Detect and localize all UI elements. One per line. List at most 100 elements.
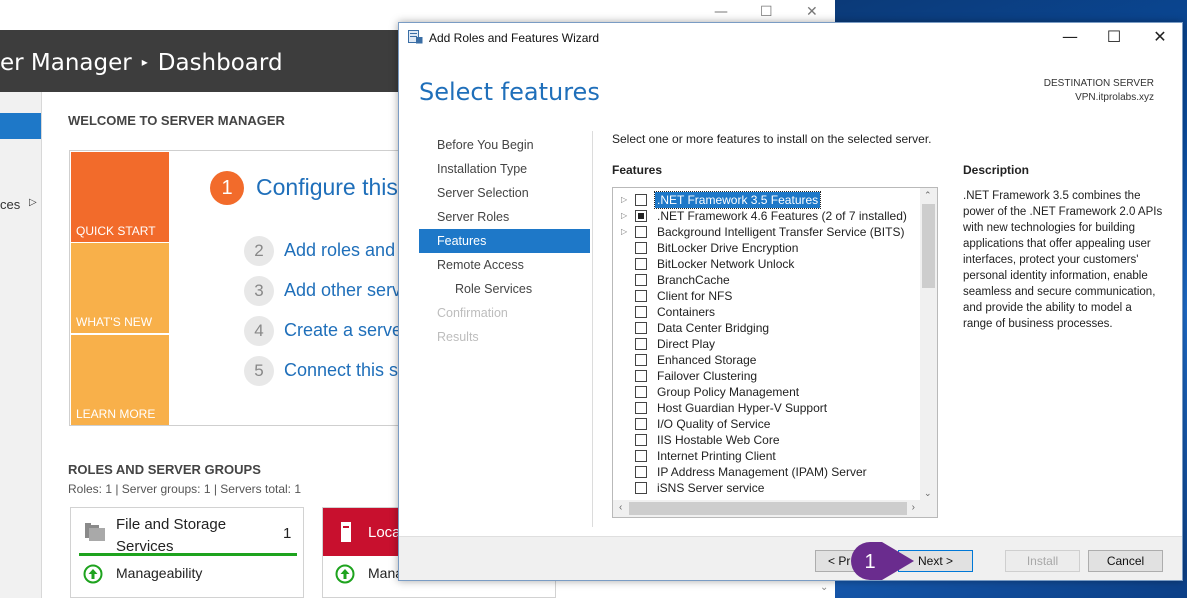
sidebar-item-services[interactable]: ces — [0, 197, 20, 212]
feature-row[interactable]: I/O Quality of Service — [613, 416, 921, 432]
feature-row[interactable]: Client for NFS — [613, 288, 921, 304]
feature-checkbox[interactable] — [635, 242, 647, 254]
feature-row[interactable]: ▷ .NET Framework 4.6 Features (2 of 7 ins… — [613, 208, 921, 224]
feature-checkbox[interactable] — [635, 306, 647, 318]
feature-label: Direct Play — [657, 337, 716, 351]
step-configure-link[interactable]: Configure this — [256, 174, 398, 201]
tile-learn-more[interactable]: LEARN MORE — [71, 335, 169, 425]
feature-checkbox[interactable] — [635, 290, 647, 302]
feature-row[interactable]: Containers — [613, 304, 921, 320]
scroll-left-icon[interactable]: ‹ — [619, 502, 622, 513]
feature-checkbox[interactable] — [635, 402, 647, 414]
step-features[interactable]: Features — [419, 229, 590, 253]
card-file-storage-count: 1 — [283, 525, 292, 542]
vertical-scrollbar[interactable]: ⌃ ⌄ — [920, 188, 937, 501]
close-button[interactable]: ✕ — [806, 4, 818, 20]
feature-label: Group Policy Management — [657, 385, 800, 399]
feature-row[interactable]: Group Policy Management — [613, 384, 921, 400]
sidebar-item-dashboard[interactable] — [0, 113, 41, 139]
feature-row[interactable]: Host Guardian Hyper-V Support — [613, 400, 921, 416]
feature-label: Enhanced Storage — [657, 353, 757, 367]
maximize-button[interactable]: ☐ — [760, 4, 773, 20]
step-number-3: 3 — [244, 276, 274, 306]
feature-label: BitLocker Network Unlock — [657, 257, 795, 271]
feature-row[interactable]: ▷ .NET Framework 3.5 Features — [613, 191, 921, 209]
up-arrow-status-icon — [335, 564, 355, 584]
feature-label: .NET Framework 3.5 Features — [653, 191, 822, 209]
feature-label: Background Intelligent Transfer Service … — [657, 225, 905, 239]
chevron-right-icon[interactable]: ▷ — [29, 197, 37, 208]
feature-label: Data Center Bridging — [657, 321, 770, 335]
scroll-up-icon[interactable]: ⌃ — [924, 190, 932, 201]
scroll-down-icon[interactable]: ⌄ — [924, 488, 932, 499]
feature-checkbox[interactable] — [635, 434, 647, 446]
feature-checkbox[interactable] — [635, 370, 647, 382]
scroll-down-icon[interactable]: ⌄ — [820, 582, 828, 593]
feature-label: .NET Framework 4.6 Features (2 of 7 inst… — [657, 209, 907, 223]
feature-row[interactable]: IP Address Management (IPAM) Server — [613, 464, 921, 480]
feature-checkbox[interactable] — [635, 226, 647, 238]
feature-label: Host Guardian Hyper-V Support — [657, 401, 828, 415]
feature-checkbox[interactable] — [635, 210, 647, 222]
feature-checkbox[interactable] — [635, 482, 647, 494]
step-create-group-link[interactable]: Create a serve — [284, 320, 402, 341]
feature-checkbox[interactable] — [635, 338, 647, 350]
features-tree[interactable]: ▷ .NET Framework 3.5 Features ▷ .NET Framew… — [612, 187, 938, 518]
step-installation-type[interactable]: Installation Type — [419, 157, 590, 181]
maximize-button[interactable]: ☐ — [1091, 26, 1137, 48]
step-before-you-begin[interactable]: Before You Begin — [419, 133, 590, 157]
close-button[interactable]: ✕ — [1137, 26, 1183, 48]
feature-checkbox[interactable] — [635, 194, 647, 206]
expand-icon[interactable]: ▷ — [621, 224, 627, 240]
card-local-title: Loca — [368, 524, 401, 541]
step-server-roles[interactable]: Server Roles — [419, 205, 590, 229]
feature-row[interactable]: Enhanced Storage — [613, 352, 921, 368]
feature-row[interactable]: BitLocker Network Unlock — [613, 256, 921, 272]
wizard-steps-nav: Before You Begin Installation Type Serve… — [419, 133, 590, 349]
step-role-services[interactable]: Role Services — [419, 277, 590, 301]
step-remote-access[interactable]: Remote Access — [419, 253, 590, 277]
feature-row[interactable]: Failover Clustering — [613, 368, 921, 384]
feature-row[interactable]: ▷ Background Intelligent Transfer Service… — [613, 224, 921, 240]
feature-row[interactable]: Data Center Bridging — [613, 320, 921, 336]
feature-row[interactable]: Internet Printing Client — [613, 448, 921, 464]
tile-quick-start[interactable]: QUICK START — [71, 152, 169, 242]
feature-row[interactable]: BranchCache — [613, 272, 921, 288]
server-icon — [341, 522, 351, 542]
feature-checkbox[interactable] — [635, 322, 647, 334]
tile-whats-new[interactable]: WHAT'S NEW — [71, 243, 169, 333]
step-server-selection[interactable]: Server Selection — [419, 181, 590, 205]
feature-checkbox[interactable] — [635, 450, 647, 462]
feature-checkbox[interactable] — [635, 386, 647, 398]
feature-row[interactable]: IIS Hostable Web Core — [613, 432, 921, 448]
feature-checkbox[interactable] — [635, 354, 647, 366]
description-label: Description — [963, 163, 1030, 177]
feature-row[interactable]: BitLocker Drive Encryption — [613, 240, 921, 256]
cancel-button[interactable]: Cancel — [1088, 550, 1163, 572]
scrollbar-thumb[interactable] — [629, 502, 907, 515]
scrollbar-thumb[interactable] — [922, 204, 935, 288]
wizard-dialog: Add Roles and Features Wizard — ☐ ✕ Sele… — [398, 22, 1183, 581]
step-connect-link[interactable]: Connect this se — [284, 360, 408, 381]
feature-checkbox[interactable] — [635, 258, 647, 270]
step-add-servers-link[interactable]: Add other serv — [284, 280, 401, 301]
scroll-right-icon[interactable]: › — [912, 502, 915, 513]
roles-summary: Roles: 1 | Server groups: 1 | Servers to… — [68, 482, 302, 496]
card-file-storage[interactable]: File and Storage Services 1 Manageabilit… — [70, 507, 304, 598]
expand-icon[interactable]: ▷ — [621, 192, 627, 208]
minimize-button[interactable]: — — [1047, 26, 1093, 48]
feature-row[interactable]: Direct Play — [613, 336, 921, 352]
minimize-button[interactable]: — — [714, 4, 728, 20]
install-button: Install — [1005, 550, 1080, 572]
breadcrumb-app: er Manager — [0, 50, 132, 76]
breadcrumb-separator-icon: ▸ — [141, 55, 148, 69]
feature-checkbox[interactable] — [635, 418, 647, 430]
expand-icon[interactable]: ▷ — [621, 208, 627, 224]
step-add-roles-link[interactable]: Add roles and — [284, 240, 395, 261]
horizontal-scrollbar[interactable]: ‹ › — [613, 500, 937, 517]
feature-checkbox[interactable] — [635, 466, 647, 478]
feature-row[interactable]: iSNS Server service — [613, 480, 921, 496]
feature-checkbox[interactable] — [635, 274, 647, 286]
features-list: ▷ .NET Framework 3.5 Features ▷ .NET Framew… — [613, 191, 921, 496]
up-arrow-status-icon — [83, 564, 103, 584]
